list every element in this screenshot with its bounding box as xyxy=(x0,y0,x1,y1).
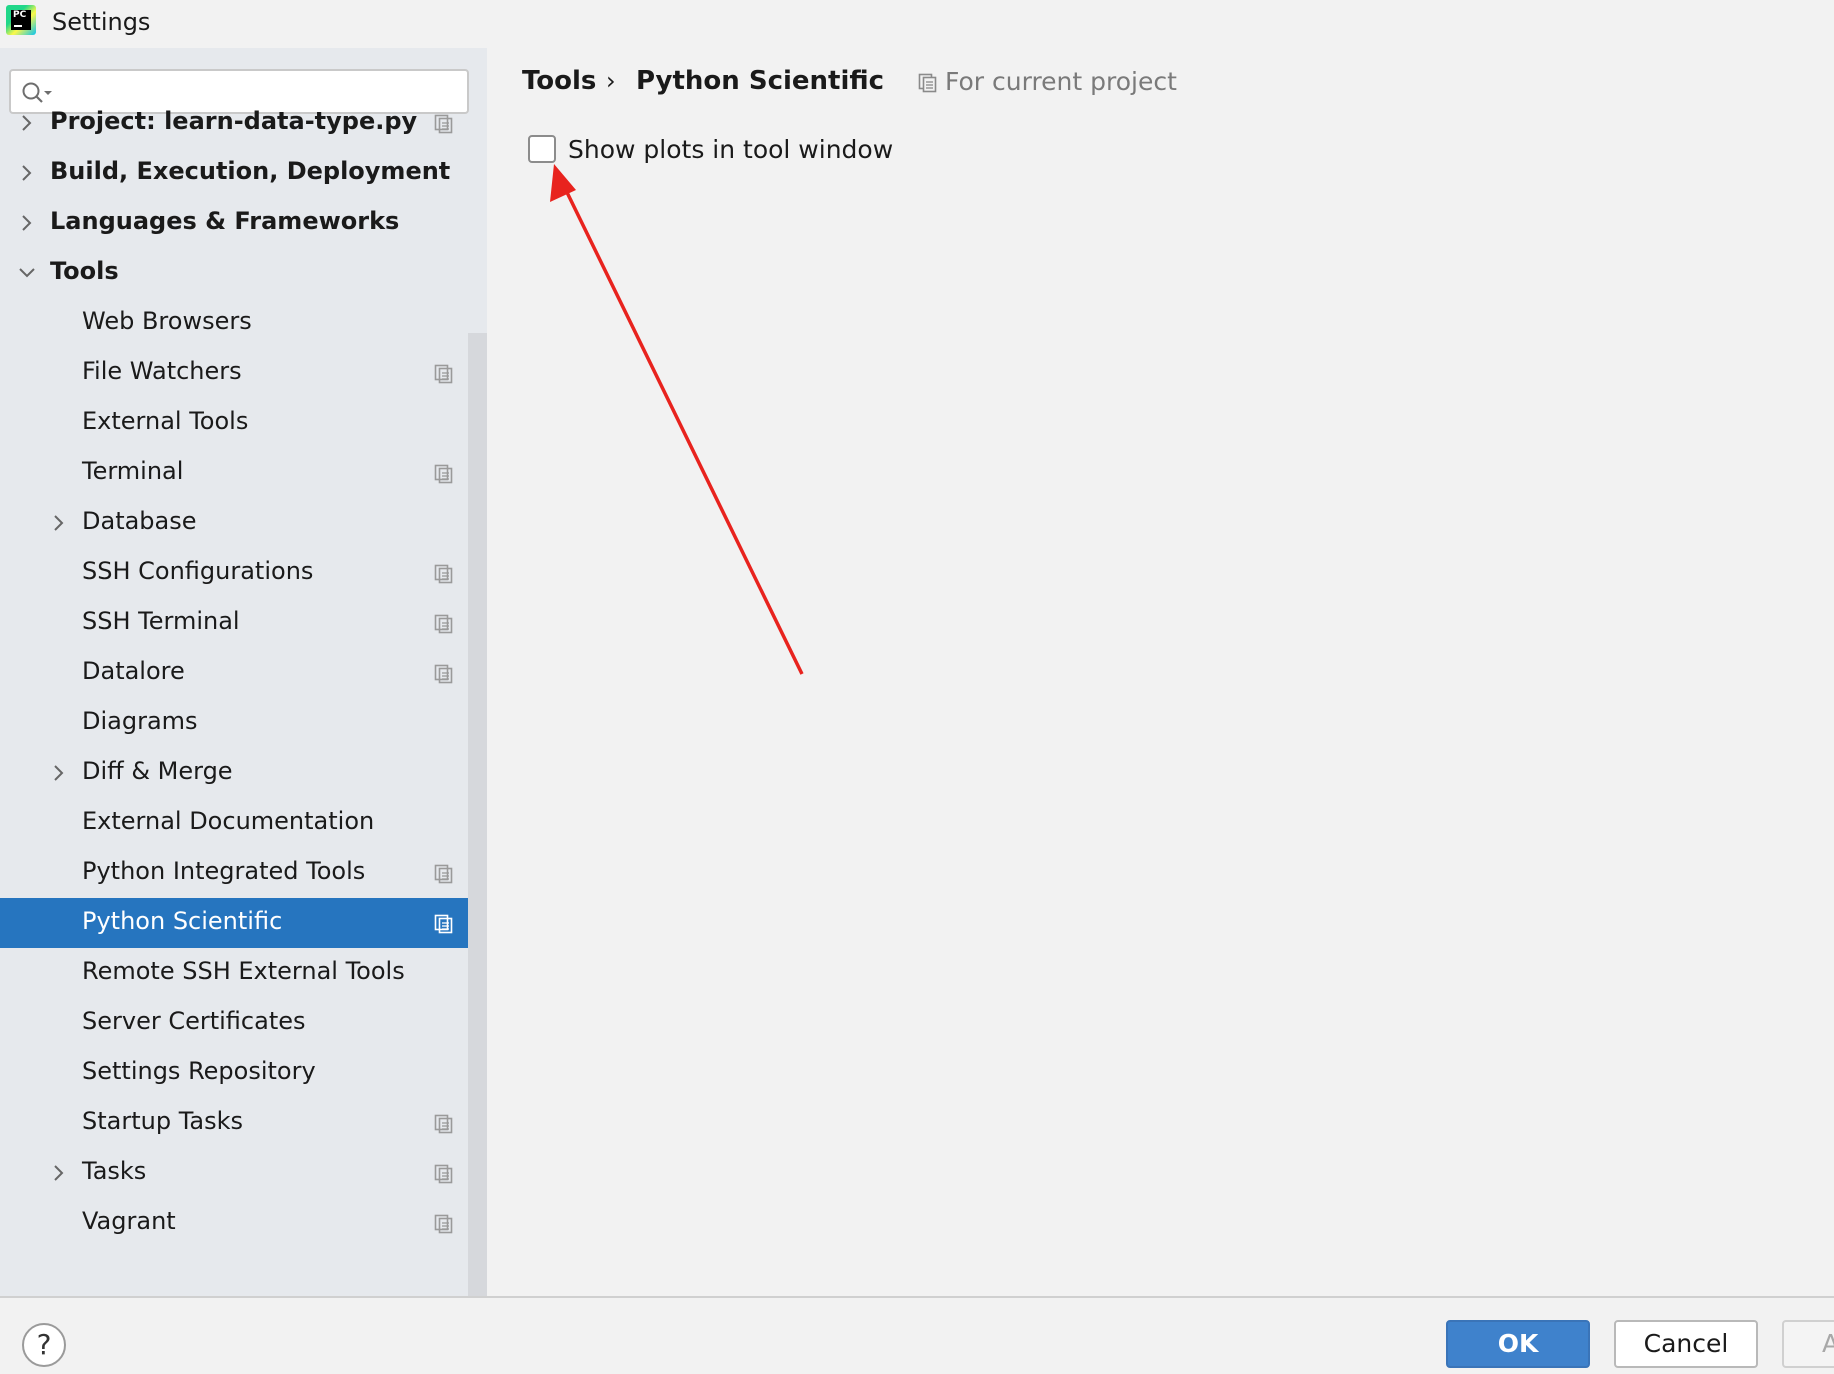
show-plots-checkbox[interactable] xyxy=(528,135,556,163)
tree-item-label: External Tools xyxy=(82,407,249,435)
cancel-button[interactable]: Cancel xyxy=(1614,1320,1758,1368)
tree-item-label: Python Integrated Tools xyxy=(82,857,366,885)
logo-text: PC xyxy=(13,10,27,20)
tree-item-label: Diagrams xyxy=(82,707,198,735)
window-title: Settings xyxy=(52,8,151,36)
tree-item-remote-ssh-external-tools[interactable]: Remote SSH External Tools xyxy=(0,948,487,998)
chevron-right-icon[interactable] xyxy=(50,1163,68,1183)
tree-item-label: Web Browsers xyxy=(82,307,252,335)
tree-item-settings-repository[interactable]: Settings Repository xyxy=(0,1048,487,1098)
tree-item-label: Build, Execution, Deployment xyxy=(50,157,451,185)
tree-item-external-documentation[interactable]: External Documentation xyxy=(0,798,487,848)
chevron-right-icon[interactable] xyxy=(18,163,36,183)
apply-button[interactable]: A xyxy=(1782,1320,1834,1368)
tree-item-vagrant[interactable]: Vagrant xyxy=(0,1198,487,1248)
tree-item-web-browsers[interactable]: Web Browsers xyxy=(0,298,487,348)
project-scope-icon xyxy=(434,614,454,634)
pycharm-logo-icon: PC xyxy=(6,5,36,35)
tree-item-file-watchers[interactable]: File Watchers xyxy=(0,348,487,398)
tree-item-label: Tasks xyxy=(82,1157,147,1185)
scope-label: For current project xyxy=(945,67,1177,96)
tree-item-label: Server Certificates xyxy=(82,1007,306,1035)
breadcrumb-current: Python Scientific xyxy=(636,66,885,96)
tree-item-label: Languages & Frameworks xyxy=(50,207,400,235)
tree-item-ssh-configurations[interactable]: SSH Configurations xyxy=(0,548,487,598)
chevron-down-icon[interactable] xyxy=(18,263,36,283)
tree-item-server-certificates[interactable]: Server Certificates xyxy=(0,998,487,1048)
tree-item-project-learn-data-type-py[interactable]: Project: learn-data-type.py xyxy=(0,98,487,148)
tree-item-database[interactable]: Database xyxy=(0,498,487,548)
project-scope-icon xyxy=(434,864,454,884)
tree-item-tools[interactable]: Tools xyxy=(0,248,487,298)
red-arrow-annotation xyxy=(550,164,804,675)
settings-sidebar: Project: learn-data-type.py Build, Execut… xyxy=(0,48,487,1296)
tree-item-diff-merge[interactable]: Diff & Merge xyxy=(0,748,487,798)
project-scope-icon xyxy=(434,1114,454,1134)
tree-item-label: Datalore xyxy=(82,657,185,685)
sidebar-scrollbar[interactable] xyxy=(468,333,487,1296)
project-scope-icon xyxy=(434,564,454,584)
tree-item-tasks[interactable]: Tasks xyxy=(0,1148,487,1198)
tree-item-label: Project: learn-data-type.py xyxy=(50,107,418,135)
chevron-right-icon[interactable] xyxy=(18,113,36,133)
tree-item-label: Remote SSH External Tools xyxy=(82,957,405,985)
tree-item-build-execution-deployment[interactable]: Build, Execution, Deployment xyxy=(0,148,487,198)
breadcrumb-parent[interactable]: Tools xyxy=(522,66,596,96)
tree-item-python-integrated-tools[interactable]: Python Integrated Tools xyxy=(0,848,487,898)
breadcrumb-separator: › xyxy=(606,67,616,95)
chevron-right-icon[interactable] xyxy=(50,513,68,533)
tree-item-terminal[interactable]: Terminal xyxy=(0,448,487,498)
tree-item-label: File Watchers xyxy=(82,357,242,385)
tree-item-label: Database xyxy=(82,507,197,535)
tree-item-label: External Documentation xyxy=(82,807,375,835)
bottom-divider xyxy=(0,1296,1834,1298)
tree-item-ssh-terminal[interactable]: SSH Terminal xyxy=(0,598,487,648)
tree-item-datalore[interactable]: Datalore xyxy=(0,648,487,698)
tree-item-diagrams[interactable]: Diagrams xyxy=(0,698,487,748)
tree-item-label: Tools xyxy=(50,257,119,285)
project-scope-icon xyxy=(434,914,454,934)
tree-item-label: Diff & Merge xyxy=(82,757,233,785)
title-bar: PC Settings xyxy=(0,0,1834,48)
project-scope-icon xyxy=(434,1164,454,1184)
project-scope-icon xyxy=(918,73,937,93)
tree-item-languages-frameworks[interactable]: Languages & Frameworks xyxy=(0,198,487,248)
tree-item-python-scientific[interactable]: Python Scientific xyxy=(0,898,487,948)
project-scope-icon xyxy=(434,1214,454,1234)
tree-item-label: Python Scientific xyxy=(82,907,283,935)
tree-item-label: Settings Repository xyxy=(82,1057,316,1085)
chevron-right-icon[interactable] xyxy=(18,213,36,233)
chevron-right-icon[interactable] xyxy=(50,763,68,783)
project-scope-icon xyxy=(434,664,454,684)
project-scope-icon xyxy=(434,114,454,134)
ok-button[interactable]: OK xyxy=(1446,1320,1590,1368)
tree-item-label: SSH Configurations xyxy=(82,557,314,585)
tree-item-label: Startup Tasks xyxy=(82,1107,244,1135)
tree-item-label: SSH Terminal xyxy=(82,607,240,635)
tree-item-external-tools[interactable]: External Tools xyxy=(0,398,487,448)
project-scope-icon xyxy=(434,464,454,484)
tree-item-label: Terminal xyxy=(82,457,184,485)
help-button[interactable]: ? xyxy=(22,1323,66,1367)
tree-item-label: Vagrant xyxy=(82,1207,176,1235)
tree-item-startup-tasks[interactable]: Startup Tasks xyxy=(0,1098,487,1148)
project-scope-icon xyxy=(434,364,454,384)
